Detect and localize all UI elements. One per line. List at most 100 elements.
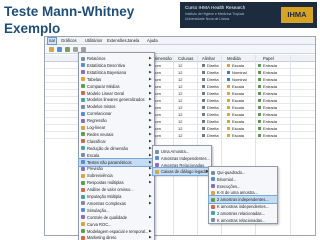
menu-item-icon bbox=[211, 190, 215, 195]
menu-item-icon bbox=[81, 187, 85, 192]
analyze-menu: Relatórios ▶ Estatística Descritiva ▶ Estatí… bbox=[78, 52, 155, 240]
menu-item-label: Caixas de diálogo legadas bbox=[161, 169, 210, 175]
table-cell: Entrada bbox=[263, 112, 278, 117]
slide-title-line2: Exemplo bbox=[4, 21, 61, 36]
menu-item-icon bbox=[211, 218, 215, 223]
input-role-icon bbox=[258, 78, 261, 81]
menubar-item[interactable]: Extensões bbox=[107, 37, 127, 45]
banner-line1: Curso IHMA Health Research bbox=[185, 5, 246, 10]
table-cell: Entrada bbox=[263, 91, 278, 96]
course-banner: Curso IHMA Health Research Instituto de … bbox=[180, 2, 317, 28]
legacy-menu-item[interactable]: K amostras relacionadas... bbox=[209, 217, 277, 224]
menu-item-icon bbox=[81, 201, 85, 206]
table-cell: Entrada bbox=[263, 84, 278, 89]
submenu-arrow-icon: ▶ bbox=[149, 235, 152, 240]
menu-item-icon bbox=[81, 77, 85, 82]
menu-item-label: K amostras relacionadas... bbox=[217, 217, 266, 223]
menu-item-icon bbox=[81, 104, 85, 109]
align-right-icon bbox=[202, 134, 205, 137]
align-right-icon bbox=[202, 92, 205, 95]
slide-title-line1: Teste Mann-Whitney bbox=[4, 4, 135, 19]
menu-item-icon bbox=[155, 169, 159, 174]
print-icon[interactable] bbox=[65, 47, 70, 52]
scale-icon bbox=[227, 92, 230, 95]
menu-item-icon bbox=[81, 91, 85, 95]
align-right-icon bbox=[202, 113, 205, 116]
table-cell: Entrada bbox=[263, 98, 278, 103]
grid-line bbox=[290, 55, 291, 235]
input-role-icon bbox=[258, 99, 261, 102]
input-role-icon bbox=[258, 113, 261, 116]
scale-icon bbox=[227, 64, 230, 67]
column-header: Papel bbox=[263, 56, 274, 61]
column-header: Alinhar bbox=[202, 56, 216, 61]
input-role-icon bbox=[258, 120, 261, 123]
banner-line2: Instituto de Higiene e Medicina Tropical bbox=[185, 12, 245, 16]
banner-line3: Universidade Nova de Lisboa bbox=[185, 17, 230, 21]
menu-item-icon bbox=[81, 235, 85, 240]
align-right-icon bbox=[202, 106, 205, 109]
menu-item-icon bbox=[81, 70, 85, 75]
menubar-item[interactable]: nar bbox=[47, 37, 58, 45]
menu-item-icon bbox=[81, 146, 85, 151]
align-right-icon bbox=[202, 127, 205, 130]
table-cell: 12 bbox=[178, 119, 183, 124]
table-cell: 12 bbox=[178, 84, 183, 89]
menu-item-icon bbox=[211, 211, 215, 216]
menu-item-icon bbox=[81, 180, 85, 185]
table-cell: 12 bbox=[178, 63, 183, 68]
menu-item-icon bbox=[81, 56, 85, 61]
menu-item-icon bbox=[81, 125, 85, 130]
menu-item-icon bbox=[81, 118, 85, 123]
table-cell: 12 bbox=[178, 77, 183, 82]
menu-item-icon bbox=[81, 160, 85, 164]
table-cell: Entrada bbox=[263, 126, 278, 131]
save-icon[interactable] bbox=[57, 47, 62, 52]
menu-item-icon bbox=[81, 111, 85, 116]
table-cell: 12 bbox=[178, 91, 183, 96]
align-right-icon bbox=[202, 120, 205, 123]
menubar-item[interactable]: Ajuda bbox=[147, 37, 158, 45]
table-cell: Entrada bbox=[263, 63, 278, 68]
input-role-icon bbox=[258, 64, 261, 67]
table-cell: 12 bbox=[178, 70, 183, 75]
align-right-icon bbox=[202, 85, 205, 88]
menu-item-icon bbox=[211, 184, 215, 189]
menu-item-icon bbox=[211, 197, 215, 202]
open-icon[interactable] bbox=[49, 47, 54, 52]
menu-item-icon bbox=[81, 173, 85, 178]
nonparametric-submenu: Uma Amostra... Amostras Independentes... A… bbox=[152, 145, 212, 177]
menu-item-icon bbox=[81, 97, 85, 102]
input-role-icon bbox=[258, 85, 261, 88]
table-cell: Entrada bbox=[263, 119, 278, 124]
table-cell: Entrada bbox=[263, 70, 278, 75]
menu-item-icon bbox=[81, 208, 85, 213]
table-cell: 12 bbox=[178, 126, 183, 131]
table-cell: 12 bbox=[178, 133, 183, 138]
menu-item-icon bbox=[81, 222, 85, 227]
column-header: Medida bbox=[227, 56, 241, 61]
column-header: Colunas bbox=[178, 56, 194, 61]
menubar-item[interactable]: Gráficos bbox=[61, 37, 77, 45]
menu-item-icon bbox=[81, 229, 85, 233]
legacy-dialogs-submenu: Qui-quadrado... Binomial... Execuções... K-… bbox=[208, 166, 278, 224]
nonparam-menu-item[interactable]: Caixas de diálogo legadas▶ bbox=[152, 167, 212, 177]
column-header: Dimensão bbox=[153, 56, 172, 61]
table-cell: Entrada bbox=[263, 105, 278, 110]
menu-item-icon bbox=[211, 204, 215, 209]
menu-item-label: Marketing direto bbox=[87, 235, 117, 240]
nominal-icon bbox=[227, 78, 230, 81]
menu-item-icon bbox=[81, 84, 85, 89]
table-cell: 12 bbox=[178, 105, 183, 110]
align-right-icon bbox=[202, 99, 205, 102]
menu-item-icon bbox=[155, 156, 159, 161]
analyze-menu-item[interactable]: Marketing direto ▶ bbox=[79, 234, 154, 240]
nominal-icon bbox=[227, 71, 230, 74]
menu-item-icon bbox=[155, 163, 159, 168]
scale-icon bbox=[227, 120, 230, 123]
table-cell: Entrada bbox=[263, 77, 278, 82]
menubar-item[interactable]: Utilitários bbox=[85, 37, 102, 45]
menubar-item[interactable]: Janela bbox=[127, 37, 139, 45]
input-role-icon bbox=[258, 106, 261, 109]
align-right-icon bbox=[202, 71, 205, 74]
